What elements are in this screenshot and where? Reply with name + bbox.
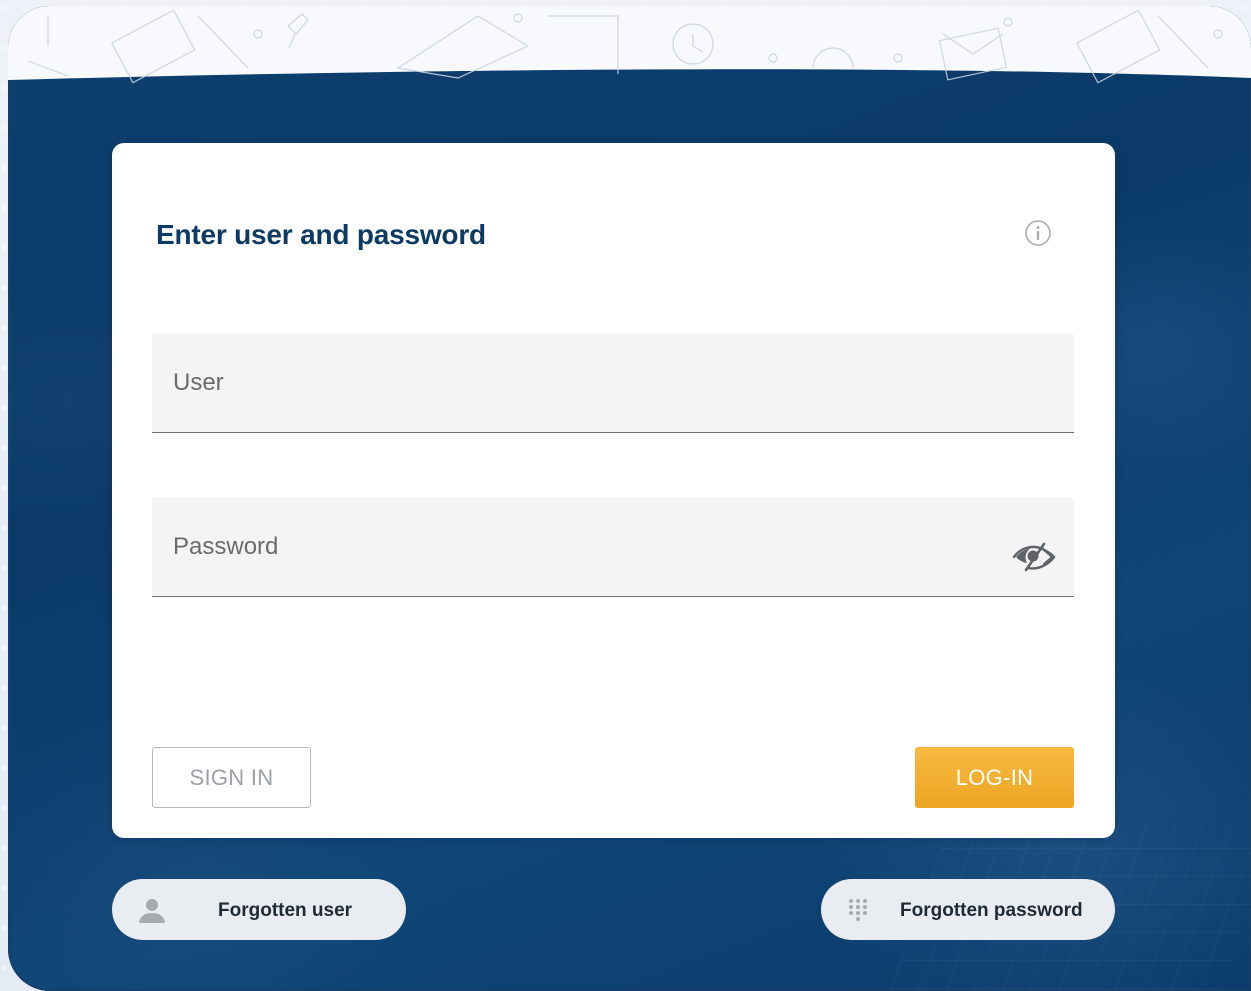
forgotten-password-button[interactable]: Forgotten password <box>821 879 1115 940</box>
forgotten-password-label: Forgotten password <box>900 900 1083 921</box>
info-icon[interactable] <box>1024 219 1052 247</box>
login-card: Enter user and password User Password SI… <box>112 143 1115 838</box>
page-title: Enter user and password <box>156 219 486 250</box>
password-field[interactable]: Password <box>152 497 1074 597</box>
keypad-icon <box>849 899 867 921</box>
app-window: Enter user and password User Password SI… <box>8 6 1251 991</box>
password-input[interactable] <box>172 557 996 582</box>
eye-slash-icon[interactable] <box>1012 541 1056 573</box>
forgotten-user-label: Forgotten user <box>218 900 353 921</box>
forgotten-user-button[interactable]: Forgotten user <box>112 879 406 940</box>
user-icon <box>139 899 165 923</box>
user-input[interactable] <box>172 393 1036 418</box>
sign-in-button[interactable]: SIGN IN <box>152 747 311 808</box>
log-in-button[interactable]: LOG-IN <box>915 747 1074 808</box>
user-field[interactable]: User <box>152 333 1074 433</box>
